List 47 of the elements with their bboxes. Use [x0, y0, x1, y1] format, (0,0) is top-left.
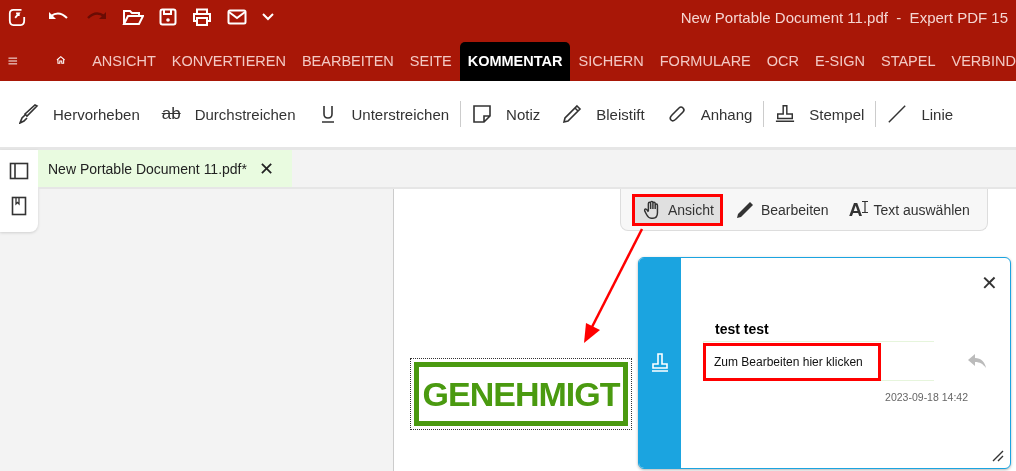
- stamp-icon: [775, 104, 796, 124]
- chevron-down-icon[interactable]: [262, 13, 274, 21]
- ribbon-tab[interactable]: E-SIGN: [807, 42, 873, 81]
- window-title: New Portable Document 11.pdf - Expert PDF 15: [680, 8, 1008, 26]
- tool-button[interactable]: Unterstreichen: [306, 104, 461, 124]
- tool-button[interactable]: Linie: [876, 104, 965, 124]
- print-icon[interactable]: [192, 8, 212, 26]
- ribbon-tab[interactable]: BEARBEITEN: [293, 42, 402, 81]
- ribbon-tab[interactable]: KONVERTIEREN: [163, 42, 294, 81]
- ribbon-tab[interactable]: SICHERN: [570, 42, 652, 81]
- ribbon-tab[interactable]: VERBIND: [943, 42, 1016, 81]
- bookmark-icon[interactable]: [11, 196, 27, 216]
- document-tab[interactable]: New Portable Document 11.pdf* ✕: [38, 150, 292, 187]
- comment-field[interactable]: Zum Bearbeiten hier klicken: [703, 343, 881, 381]
- ribbon-tab[interactable]: SEITE: [401, 42, 460, 81]
- mode-button[interactable]: A Text auswählen: [842, 196, 976, 223]
- strikethrough-icon: ab: [161, 104, 181, 124]
- resize-grip-icon[interactable]: [992, 450, 1004, 462]
- tool-button[interactable]: ab Durchstreichen: [150, 104, 307, 124]
- paperclip-icon: [666, 104, 687, 124]
- mode-button[interactable]: Ansicht: [635, 196, 720, 223]
- tool-button[interactable]: Anhang: [655, 104, 764, 124]
- comment-author: test test: [715, 321, 770, 337]
- stamp-icon: [650, 352, 670, 374]
- line-icon: [887, 104, 908, 124]
- save-icon[interactable]: [159, 8, 177, 26]
- panel-icon[interactable]: [9, 162, 29, 180]
- close-button[interactable]: ✕: [981, 271, 998, 295]
- tool-button[interactable]: Stempel: [764, 104, 876, 124]
- folder-icon[interactable]: [122, 8, 144, 26]
- mode-button[interactable]: Bearbeiten: [727, 196, 835, 223]
- comment-timestamp: 2023-09-18 14:42: [884, 391, 969, 403]
- tool-button[interactable]: Bleistift: [551, 104, 656, 124]
- tool-button[interactable]: Notiz: [461, 104, 552, 124]
- close-tab-button[interactable]: ✕: [258, 157, 274, 180]
- note-icon: [472, 104, 493, 124]
- document-tab-label[interactable]: New Portable Document 11.pdf*: [48, 160, 247, 177]
- ribbon-tab[interactable]: STAPEL: [873, 42, 944, 81]
- mail-icon[interactable]: [227, 9, 247, 25]
- ribbon-tab[interactable]: OCR: [758, 42, 808, 81]
- app-logo-icon[interactable]: [8, 6, 26, 28]
- brush-icon: [19, 104, 39, 124]
- tool-button[interactable]: Hervorheben: [8, 104, 151, 124]
- ribbon-tab[interactable]: FORMULARE: [651, 42, 759, 81]
- ribbon-tab[interactable]: ANSICHT: [84, 42, 164, 81]
- pencil-icon: [562, 104, 583, 124]
- ribbon-tab[interactable]: KOMMENTAR: [459, 42, 571, 81]
